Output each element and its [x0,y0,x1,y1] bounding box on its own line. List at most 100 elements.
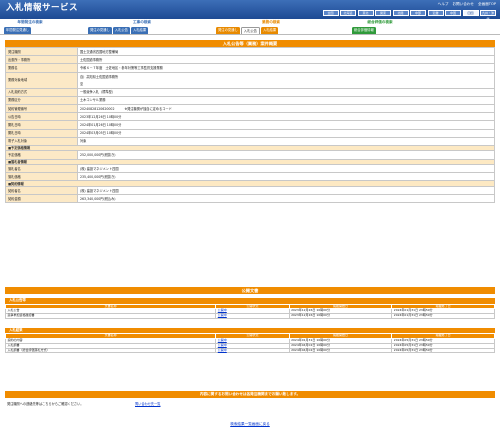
group-service: 業務の検索 発注の見通し 入札公告 入札結果 [216,19,326,34]
doc-status-link[interactable]: 公開中 [218,343,227,347]
region-chubu[interactable]: 中部 [410,10,426,16]
row-label: 業務名 [5,63,78,73]
row-label: 契約者名 [5,185,78,196]
group-title: 年間発注の検索 [17,20,43,24]
section-title: 入札公告等（業務）案件概要 [5,40,495,47]
group-title: 総合評価の検索 [367,20,393,24]
row-label: 出張所・事務所 [5,55,78,65]
tab-service-result[interactable]: 入札結果 [260,27,279,34]
table-row: 業務名 令和６－７年度 土佐地区・参年対策等工事監督支援業務 [5,63,495,73]
row-value: 国土交通省四国地方整備局 [77,46,495,57]
doc-status-link[interactable]: 公開中 [218,313,227,317]
table-row: 契約者名 (株) 建設マネジメント四国 [5,185,495,196]
row-value: 2024年01月26日 10時00分 [77,120,495,130]
tab-construction-result[interactable]: 入札結果 [130,27,149,34]
docs-title: 公開文書 [5,287,495,294]
help-link[interactable]: ヘルプ [438,2,449,6]
table-row: 出張所・事務所 土佐国道事務所 [5,55,495,65]
doc-start: 2023年12月26日 10時00分 [288,313,393,319]
doc-start: 2024年04月02日 10時00分 [288,347,393,354]
row-value: 土佐国道事務所 [77,55,495,65]
row-value: (株) 建設マネジメント四国 [77,164,495,174]
docs-table: 文書名称 公開状況 掲載開始日 掲載終了日 契約の内容 公開中 2024年01月… [4,333,495,354]
header-links: ヘルプ お問い合わせ 全画面TOP [438,2,496,6]
group-title: 工事の検索 [133,20,151,24]
code-note: ※発注機関が独自に定めるコード [124,106,172,111]
row-value: 対象 [77,136,495,146]
table-row: 公告日時 2023年12月26日 10時00分 [5,112,495,122]
area-to: 至 [80,81,84,86]
row-label: 開札日時 [5,120,78,130]
row-label: 電子入札対象 [5,136,78,146]
row-label: 契約管理番号 [5,103,78,114]
contact-link[interactable]: お問い合わせ [452,2,474,6]
region-hokkaido[interactable]: 北海道 [340,10,356,16]
doc-status-link[interactable]: 公開中 [218,338,227,342]
doc-status-link[interactable]: 公開中 [218,308,227,312]
region-kanto[interactable]: 関東 [375,10,391,16]
group-evaluation: 総合評価の検索 総合評価情報 [352,19,408,34]
row-label: 落札価格 [5,172,78,182]
region-kyushu[interactable]: 九州・沖縄 [480,10,496,21]
row-value: 令和６－７年度 土佐地区・参年対策等工事監督支援業務 [77,63,495,73]
row-value: 自）高知県土佐国道事務所至 [77,71,495,89]
doc-end: 2024年01月31日 23時59分 [391,313,495,319]
area-from: 自）高知県土佐国道事務所 [80,74,119,79]
back-section: 検索結果一覧画面に戻る [0,422,500,426]
region-chugoku[interactable]: 中国 [445,10,461,16]
doc-status-cell: 公開中 [215,347,290,354]
tab-construction-forecast[interactable]: 発注の見通し [88,27,112,34]
doc-name: 競争参加資格確認書 [4,313,217,319]
table-row: 予定価格 252,000,000円(税抜き) [5,150,495,160]
row-label: 開札日時 [5,128,78,138]
region-kinki[interactable]: 近畿 [427,10,444,16]
region-all[interactable]: 全国 [322,10,339,16]
table-row: 開札日時 2024年01月26日 10時00分 [5,120,495,130]
table-row: 入札調書（総合評価落札方式） 公開中 2024年04月02日 10時00分 20… [4,347,495,354]
row-value: 235,400,000円(税抜き) [77,172,495,182]
doc-status-cell: 公開中 [215,313,290,319]
region-tabs: 全国 北海道 東北 関東 北陸 中部 近畿 中国 四国 九州・沖縄 [322,10,496,21]
row-label: 入札契約方式 [5,87,78,97]
inquiry-section: 内容に関するお問い合わせは各発注機関までお願い致します。 発注機関への連絡先等は… [5,391,495,410]
doc-name: 入札調書（総合評価落札方式） [4,347,217,354]
table-row: 業務対象地域 自）高知県土佐国道事務所至 [5,71,495,89]
tab-construction-notice[interactable]: 入札公告 [112,27,130,34]
tab-annual-forecast[interactable]: 年間発注見通し [4,27,32,34]
row-value: 土木コンサル業務 [77,95,495,105]
public-documents: 公開文書 入札公告等 文書名称 公開状況 掲載開始日 掲載終了日 入札公告 公開… [4,287,495,354]
table-row: 落札価格 235,400,000円(税抜き) [5,172,495,182]
table-row: 業務区分 土木コンサル業務 [5,95,495,105]
docs-table: 文書名称 公開状況 掲載開始日 掲載終了日 入札公告 公開中 2023年12月2… [4,303,495,319]
info-table: 発注機関 国土交通省四国地方整備局 出張所・事務所 土佐国道事務所 業務名 令和６－７… [5,46,495,204]
row-label: 落札者名 [5,164,78,174]
row-value: 20240828120620002 ※発注機関が独自に定めるコード [77,103,495,114]
app-title: 入札情報サービス [6,3,79,13]
table-row: 入札契約方式 一般競争入札（標準型） [5,87,495,97]
table-row: 開札日時 2024年03月05日 10時00分 [5,128,495,138]
top-link[interactable]: 全画面TOP [478,2,496,6]
tab-service-forecast[interactable]: 発注の見通し [216,27,240,34]
region-shikoku[interactable]: 四国 [462,10,479,16]
region-hokuriku[interactable]: 北陸 [392,10,409,16]
region-tohoku[interactable]: 東北 [357,10,374,16]
contact-list-link[interactable]: 問い合わせ先一覧 [135,402,161,406]
row-value: 2023年12月26日 10時00分 [77,112,495,122]
row-value: 2024年03月05日 10時00分 [77,128,495,138]
tab-service-notice[interactable]: 入札公告 [240,27,260,34]
row-label: 発注機関 [5,46,78,57]
doc-status-link[interactable]: 公開中 [218,348,227,352]
table-row: 電子入札対象 対象 [5,136,495,146]
notice-summary: 入札公告等（業務）案件概要 発注機関 国土交通省四国地方整備局 出張所・事務所 土佐… [5,40,495,204]
app-header: 入札情報サービス ヘルプ お問い合わせ 全画面TOP 全国 北海道 東北 関東 … [0,0,500,21]
inquiry-bar: 内容に関するお問い合わせは各発注機関までお願い致します。 [5,391,495,398]
back-to-results-link[interactable]: 検索結果一覧画面に戻る [230,422,270,426]
row-label: 業務区分 [5,95,78,105]
table-row: 契約管理番号 20240828120620002 ※発注機関が独自に定めるコード [5,103,495,114]
row-value: 252,000,000円(税抜き) [77,150,495,160]
group-title: 業務の検索 [262,20,280,24]
row-label: 業務対象地域 [5,71,78,89]
tab-evaluation-info[interactable]: 総合評価情報 [352,27,376,34]
table-row: 落札者名 (株) 建設マネジメント四国 [5,164,495,174]
row-label: 公告日時 [5,112,78,122]
